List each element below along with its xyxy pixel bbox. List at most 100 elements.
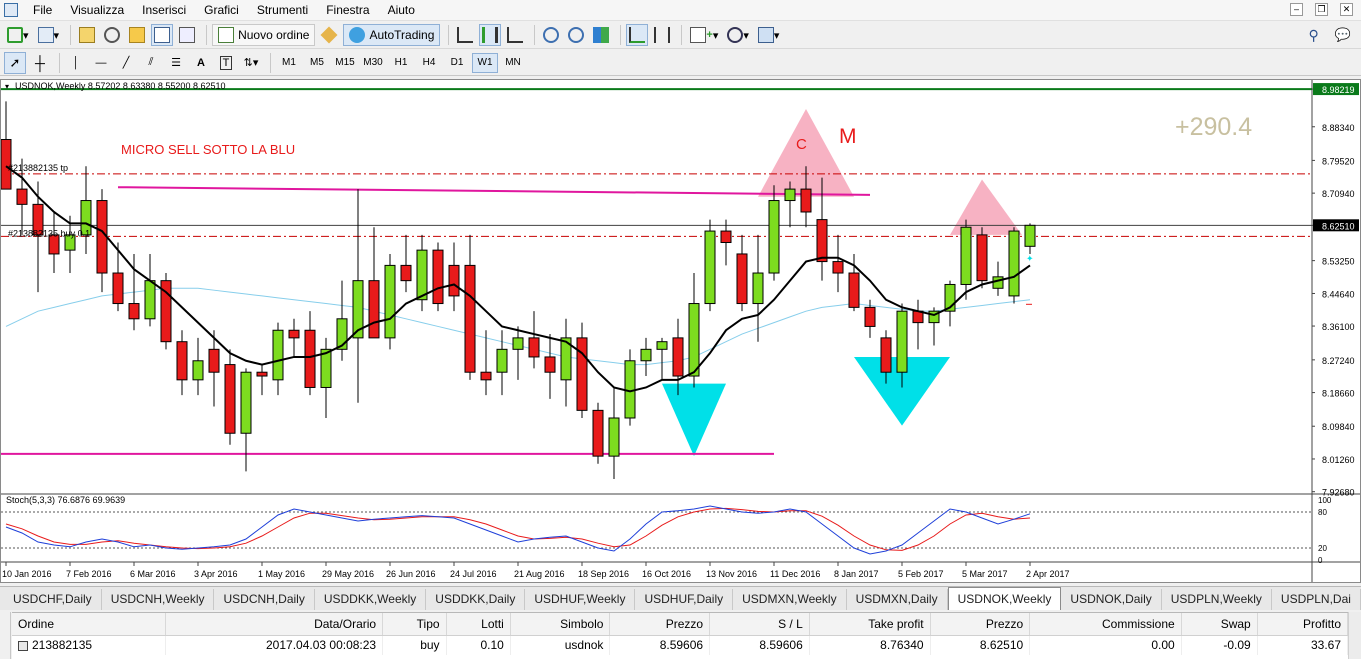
candle-body[interactable] — [752, 272, 764, 305]
data-window-button[interactable] — [101, 24, 123, 46]
auto-scroll-button[interactable] — [626, 24, 649, 46]
candle-body[interactable] — [512, 337, 524, 350]
candle-body[interactable] — [448, 264, 460, 297]
candle-body[interactable] — [688, 303, 700, 377]
chart-tab[interactable]: USDMXN,Daily — [847, 589, 948, 610]
market-watch-button[interactable] — [76, 24, 98, 46]
candle-body[interactable] — [880, 337, 892, 373]
candle-body[interactable] — [16, 188, 28, 205]
orders-column-header[interactable]: Profitto — [1257, 613, 1349, 636]
candle-body[interactable] — [704, 230, 716, 305]
text-button[interactable]: A — [190, 52, 212, 74]
candle-body[interactable] — [496, 348, 508, 373]
candle-body[interactable] — [176, 341, 188, 381]
menu-help[interactable]: Aiuto — [379, 0, 424, 20]
candle-body[interactable] — [656, 341, 668, 350]
candle-body[interactable] — [288, 329, 300, 339]
orders-column-header[interactable]: S / L — [709, 613, 810, 636]
candle-body[interactable] — [720, 230, 732, 244]
close-icon[interactable]: ✕ — [1340, 3, 1353, 16]
candle-body[interactable] — [768, 200, 780, 274]
bar-chart-button[interactable] — [454, 24, 476, 46]
candle-body[interactable] — [848, 272, 860, 308]
order-row[interactable]: 213882135 2017.04.03 00:08:23 buy 0.10 usdno… — [12, 635, 1349, 655]
candle-body[interactable] — [624, 360, 636, 419]
autotrading-button[interactable]: AutoTrading — [343, 24, 441, 46]
horizontal-line-button[interactable]: — — [90, 52, 112, 74]
candle-body[interactable] — [544, 356, 556, 373]
candle-body[interactable] — [1024, 224, 1036, 247]
zoom-out-button[interactable] — [565, 24, 587, 46]
trendline-button[interactable]: ╱ — [115, 52, 137, 74]
candle-body[interactable] — [592, 409, 604, 457]
candle-body[interactable] — [464, 264, 476, 373]
cursor-button[interactable]: ➚ — [4, 51, 26, 74]
timeframe-w1[interactable]: W1 — [472, 52, 498, 73]
candle-body[interactable] — [144, 280, 156, 320]
candle-body[interactable] — [224, 364, 236, 434]
candle-body[interactable] — [432, 249, 444, 305]
menu-tools[interactable]: Strumenti — [248, 0, 317, 20]
arrows-button[interactable]: ⇅▾ — [240, 52, 262, 74]
chart-tab[interactable]: USDNOK,Weekly — [947, 587, 1062, 610]
orders-scrollbar[interactable] — [1348, 612, 1361, 659]
chart-window[interactable]: ✦ USDNOK,Weekly 8.57202 8.63380 8.55200 8… — [0, 79, 1361, 583]
line-chart-button[interactable] — [504, 24, 526, 46]
timeframe-m1[interactable]: M1 — [276, 53, 302, 73]
orders-column-header[interactable]: Simbolo — [510, 613, 611, 636]
menu-file[interactable]: File — [24, 0, 61, 20]
minimize-icon[interactable]: – — [1290, 3, 1303, 16]
label-button[interactable]: T — [215, 52, 237, 74]
candle-body[interactable] — [800, 188, 812, 213]
orders-column-header[interactable]: Lotti — [446, 613, 511, 636]
orders-column-header[interactable]: Tipo — [382, 613, 447, 636]
channel-button[interactable]: ⫽ — [140, 52, 162, 74]
chart-tab[interactable]: USDCHF,Daily — [4, 589, 102, 610]
candle-body[interactable] — [672, 337, 684, 377]
candle-body[interactable] — [528, 337, 540, 358]
chart-tab[interactable]: USDHUF,Daily — [635, 589, 734, 610]
candle-body[interactable] — [576, 337, 588, 411]
orders-column-header[interactable]: Data/Orario — [165, 613, 384, 636]
orders-column-header[interactable]: Commissione — [1029, 613, 1182, 636]
restore-icon[interactable]: ❐ — [1315, 3, 1328, 16]
orders-column-header[interactable]: Ordine — [12, 613, 166, 636]
candle-body[interactable] — [640, 348, 652, 362]
orders-column-header[interactable]: Prezzo — [609, 613, 711, 636]
profiles-button[interactable]: ▾ — [35, 24, 63, 46]
candle-body[interactable] — [992, 276, 1004, 289]
menu-window[interactable]: Finestra — [317, 0, 378, 20]
candlestick-button[interactable] — [479, 24, 502, 46]
menu-charts[interactable]: Grafici — [195, 0, 248, 20]
orders-column-header[interactable]: Swap — [1181, 613, 1258, 636]
candle-body[interactable] — [608, 417, 620, 457]
timeframe-d1[interactable]: D1 — [444, 53, 470, 73]
candle-body[interactable] — [208, 348, 220, 373]
candle-body[interactable] — [112, 272, 124, 305]
vertical-line-button[interactable]: │ — [65, 52, 87, 74]
timeframe-m30[interactable]: M30 — [360, 53, 386, 73]
candle-body[interactable] — [192, 360, 204, 381]
timeframe-h4[interactable]: H4 — [416, 53, 442, 73]
chart-shift-button[interactable] — [651, 24, 673, 46]
chart-tab[interactable]: USDCNH,Daily — [214, 589, 315, 610]
menu-insert[interactable]: Inserisci — [133, 0, 195, 20]
candle-body[interactable] — [976, 234, 988, 282]
candle-body[interactable] — [384, 264, 396, 339]
templates-button[interactable]: ▾ — [755, 24, 783, 46]
chart-tab[interactable]: USDHUF,Weekly — [525, 589, 636, 610]
chart-tab[interactable]: USDCNH,Weekly — [102, 589, 215, 610]
indicators-button[interactable]: + ▾ — [687, 24, 721, 46]
candle-body[interactable] — [368, 280, 380, 339]
metaeditor-button[interactable] — [318, 24, 340, 46]
candle-body[interactable] — [272, 329, 284, 381]
fibonacci-button[interactable]: ☰ — [165, 52, 187, 74]
navigator-button[interactable] — [126, 24, 148, 46]
candle-body[interactable] — [400, 264, 412, 282]
candle-body[interactable] — [784, 188, 796, 202]
candle-body[interactable] — [960, 226, 972, 285]
chart-tab[interactable]: USDNOK,Daily — [1061, 589, 1162, 610]
crosshair-button[interactable]: ┼ — [29, 52, 51, 74]
tile-windows-button[interactable] — [590, 24, 612, 46]
candle-body[interactable] — [816, 219, 828, 263]
